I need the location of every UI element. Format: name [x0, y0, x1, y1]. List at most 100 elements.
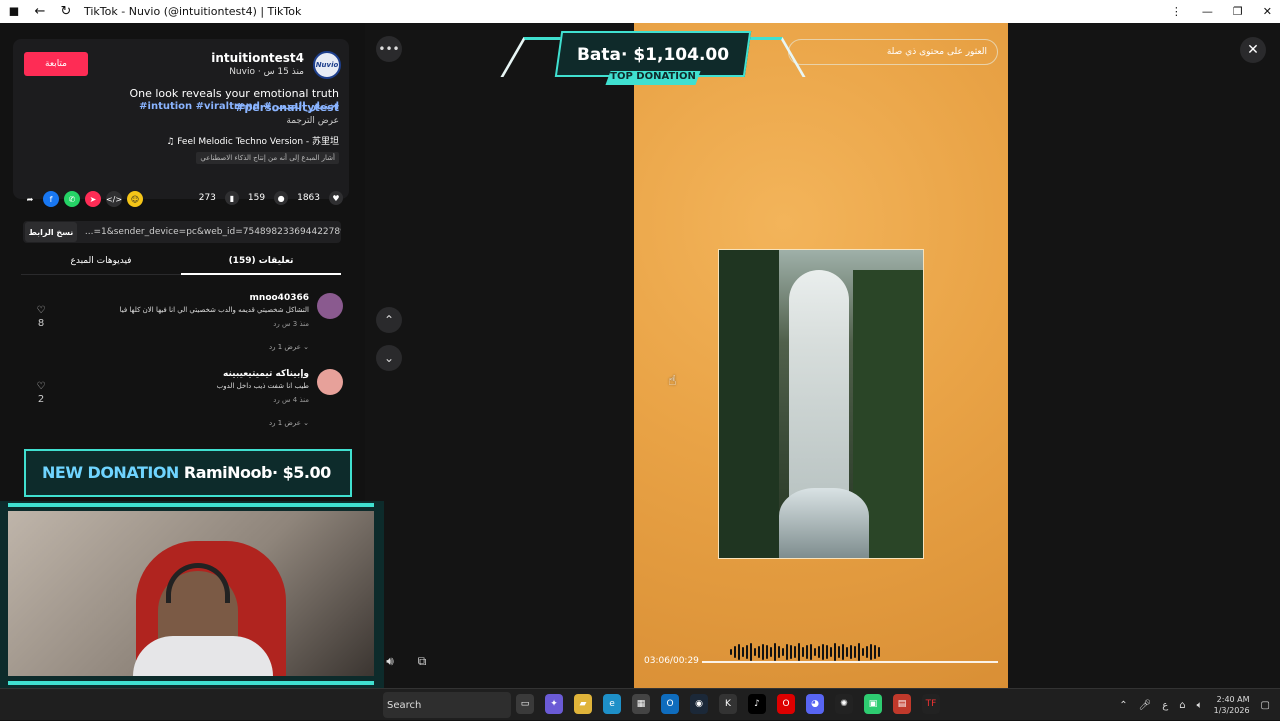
- tab-comments[interactable]: (159) تعليقات: [181, 256, 341, 266]
- hashtag-line[interactable]: #intution #viraltrend #اختبار_الحدس: [139, 101, 339, 112]
- opera-icon[interactable]: O: [777, 694, 795, 714]
- comment-like[interactable]: ♡ 8: [33, 305, 49, 329]
- audio-waveform: [730, 643, 880, 661]
- taskbar-search[interactable]: Search: [383, 692, 511, 718]
- comment-like-count: 8: [37, 318, 45, 329]
- music-link[interactable]: ♫ Feel Melodic Techno Version - 苏里坦: [166, 134, 339, 147]
- network-icon[interactable]: ⌂: [1179, 700, 1185, 711]
- comment-like-count: 2: [37, 394, 45, 405]
- file-explorer-icon[interactable]: ▰: [574, 694, 592, 714]
- comment-text: التشاكل شخصيتي قديمه والدب شخصيتي الي ان…: [119, 306, 309, 314]
- new-donation-overlay: NEW DONATION RamiNoob· $5.00: [24, 449, 352, 497]
- tf-app-icon[interactable]: TF: [922, 694, 940, 714]
- webcam-feed: [8, 511, 374, 676]
- nav-buttons: ◼ ← ↻: [0, 4, 74, 19]
- follow-button[interactable]: متابعة: [24, 52, 88, 76]
- heart-icon[interactable]: ♥: [329, 191, 343, 205]
- tiktok-viewer: متابعة Nuvio intuitiontest4 Nuvio · منذ …: [0, 23, 1280, 688]
- likes-count: 1863: [297, 193, 320, 203]
- comments-count: 159: [247, 193, 266, 203]
- steam-icon[interactable]: ◉: [690, 694, 708, 714]
- creator-username[interactable]: intuitiontest4: [211, 51, 304, 65]
- language-indicator[interactable]: ع: [1162, 700, 1168, 711]
- box-app-icon[interactable]: ▤: [893, 694, 911, 714]
- link-url[interactable]: ...=1&sender_device=pc&web_id=7548982336…: [85, 227, 341, 237]
- tiktok-icon[interactable]: ♪: [748, 694, 766, 714]
- facebook-icon[interactable]: f: [43, 191, 59, 207]
- bookmark-icon[interactable]: ▮: [224, 191, 239, 205]
- back-icon[interactable]: ←: [32, 4, 48, 19]
- related-content-banner[interactable]: العثور على محتوى ذي صلة: [788, 39, 998, 65]
- active-tab-indicator: [181, 273, 341, 275]
- store-icon[interactable]: ▦: [632, 694, 650, 714]
- discord-icon[interactable]: ◕: [806, 694, 824, 714]
- embed-icon[interactable]: </>: [106, 191, 122, 207]
- previous-video-button[interactable]: ⌃: [376, 307, 402, 333]
- creator-avatar[interactable]: Nuvio: [313, 51, 341, 79]
- creator-subline: Nuvio · منذ 15 س: [229, 67, 304, 77]
- more-options-button[interactable]: •••: [376, 36, 402, 62]
- next-video-button[interactable]: ⌄: [376, 345, 402, 371]
- saves-count: 273: [198, 193, 216, 203]
- app-icon: ◼: [8, 4, 20, 19]
- video-player[interactable]: العثور على محتوى ذي صلة 03:06/00:29: [634, 23, 1008, 688]
- task-view-icon[interactable]: ▭: [516, 694, 534, 714]
- tray-chevron-icon[interactable]: ⌃: [1119, 700, 1127, 711]
- ai-generated-note: أشار المبدع إلى أنه من إنتاج الذكاء الاص…: [196, 152, 339, 164]
- window-title: TikTok - Nuvio (@intuitiontest4) | TikTo…: [84, 5, 302, 18]
- minimize-icon[interactable]: —: [1202, 5, 1213, 18]
- view-replies-link[interactable]: عرض 1 رد ⌄: [269, 419, 309, 427]
- comment-item: mnoo40366 التشاكل شخصيتي قديمه والدب شخص…: [33, 293, 343, 353]
- window-controls: ⋮ — ❐ ✕: [1171, 0, 1272, 23]
- video-progress-bar[interactable]: [702, 661, 998, 663]
- chatgpt-icon[interactable]: ✺: [835, 694, 853, 714]
- edge-icon[interactable]: e: [603, 694, 621, 714]
- windows-taskbar: Search ▭ ✦ ▰ e ▦ O ◉ K ♪ O ◕ ✺ ▣ ▤ TF ⌃ …: [0, 688, 1280, 720]
- taskbar-search-label: Search: [387, 699, 422, 711]
- top-donation-overlay: Bata· $1,104.00 TOP DONATION: [500, 23, 806, 91]
- outlook-icon[interactable]: O: [661, 694, 679, 714]
- speaker-icon[interactable]: 🔈︎: [1197, 700, 1203, 711]
- comment-meta[interactable]: منذ 4 س رد: [273, 396, 309, 404]
- maximize-icon[interactable]: ❐: [1233, 5, 1243, 18]
- mouse-cursor-icon: ☝: [668, 373, 677, 389]
- close-viewer-button[interactable]: ✕: [1240, 37, 1266, 63]
- copilot-icon[interactable]: ✦: [545, 694, 563, 714]
- comment-like[interactable]: ♡ 2: [33, 381, 49, 405]
- new-donation-label: NEW DONATION: [42, 463, 179, 482]
- close-window-icon[interactable]: ✕: [1263, 5, 1272, 18]
- link-bar: نسخ الرابط ...=1&sender_device=pc&web_id…: [23, 221, 341, 243]
- view-replies-link[interactable]: عرض 1 رد ⌄: [269, 343, 309, 351]
- commenter-name[interactable]: وإبيناكه تيميتيعيبينه: [223, 369, 309, 379]
- reload-icon[interactable]: ↻: [58, 4, 74, 19]
- video-time: 03:06/00:29: [644, 656, 699, 666]
- copy-link-button[interactable]: نسخ الرابط: [25, 222, 77, 242]
- comment-meta[interactable]: منذ 3 س رد: [273, 320, 309, 328]
- coin-icon[interactable]: ☺: [127, 191, 143, 207]
- taskbar-clock[interactable]: 2:40 AM 1/3/2026: [1214, 694, 1250, 716]
- notification-icon[interactable]: ▢: [1261, 700, 1270, 711]
- tab-creator-videos[interactable]: فيديوهات المبدع: [21, 256, 181, 266]
- microphone-icon[interactable]: 🎤︎: [1139, 700, 1152, 711]
- clock-date: 1/3/2026: [1213, 706, 1250, 715]
- top-donation-amount: Bata· $1,104.00: [576, 45, 730, 65]
- commenter-avatar[interactable]: [317, 369, 343, 395]
- waterfall-image: [718, 249, 924, 559]
- share-arrow-icon[interactable]: ➦: [22, 191, 38, 207]
- commenter-avatar[interactable]: [317, 293, 343, 319]
- green-app-icon[interactable]: ▣: [864, 694, 882, 714]
- commenter-name[interactable]: mnoo40366: [250, 293, 309, 303]
- pip-icon[interactable]: ⧉: [413, 652, 431, 670]
- app-k-icon[interactable]: K: [719, 694, 737, 714]
- new-donation-amount: RamiNoob· $5.00: [183, 463, 331, 482]
- heart-outline-icon[interactable]: ♡: [37, 305, 46, 316]
- share-icons: ➦ f ✆ ➤ </> ☺: [22, 191, 143, 207]
- browser-titlebar: ◼ ← ↻ TikTok - Nuvio (@intuitiontest4) |…: [0, 0, 1280, 23]
- telegram-icon[interactable]: ➤: [85, 191, 101, 207]
- heart-outline-icon[interactable]: ♡: [37, 381, 46, 392]
- comment-icon[interactable]: ●: [274, 191, 289, 205]
- translate-link[interactable]: عرض الترجمة: [286, 116, 339, 126]
- system-tray: ⌃ 🎤︎ ع ⌂ 🔈︎ 2:40 AM 1/3/2026 ▢: [1119, 689, 1270, 721]
- menu-icon[interactable]: ⋮: [1171, 5, 1182, 18]
- whatsapp-icon[interactable]: ✆: [64, 191, 80, 207]
